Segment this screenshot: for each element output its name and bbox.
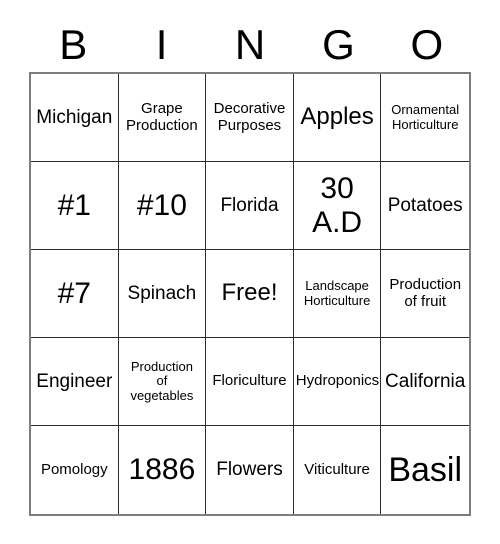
bingo-cell-r2c5[interactable]: Potatoes	[381, 162, 469, 250]
bingo-cell-r4c4[interactable]: Hydroponics	[293, 338, 382, 426]
bingo-cell-label: Decorative Purposes	[213, 99, 286, 134]
bingo-cell-label: Landscape Horticulture	[303, 277, 371, 308]
bingo-header-letter-g: G	[322, 21, 355, 68]
bingo-cell-label: Engineer	[36, 370, 113, 392]
bingo-cell-label: Viticulture	[304, 460, 370, 478]
bingo-cell-label: Spinach	[127, 282, 197, 304]
bingo-cell-r5c4[interactable]: Viticulture	[293, 426, 382, 514]
bingo-header-row: B I N G O	[29, 18, 471, 72]
bingo-cell-r2c3[interactable]: Florida	[206, 162, 294, 250]
bingo-cell-label: Production of fruit	[389, 275, 462, 310]
bingo-cell-label: Basil	[388, 450, 463, 489]
bingo-card: B I N G O Michigan Grape Production Deco…	[0, 0, 500, 544]
bingo-cell-r4c1[interactable]: Engineer	[31, 338, 119, 426]
bingo-cell-r1c4[interactable]: Apples	[293, 74, 382, 162]
bingo-cell-free-space[interactable]: Free!	[206, 250, 294, 338]
bingo-cell-r5c1[interactable]: Pomology	[31, 426, 119, 514]
bingo-cell-r1c2[interactable]: Grape Production	[118, 74, 207, 162]
bingo-cell-label: 1886	[128, 453, 196, 487]
bingo-cell-r3c1[interactable]: #7	[31, 250, 119, 338]
bingo-cell-label: California	[385, 370, 466, 392]
bingo-cell-label: Floriculture	[212, 372, 287, 390]
bingo-cell-r1c1[interactable]: Michigan	[31, 74, 119, 162]
bingo-cell-r5c5[interactable]: Basil	[381, 426, 469, 514]
bingo-cell-r2c2[interactable]: #10	[118, 162, 207, 250]
bingo-header-letter-b: B	[59, 21, 88, 68]
bingo-cell-label: Grape Production	[126, 99, 198, 134]
bingo-cell-r3c4[interactable]: Landscape Horticulture	[293, 250, 382, 338]
bingo-cell-r2c4[interactable]: 30 A.D	[293, 162, 382, 250]
bingo-cell-label: Potatoes	[387, 194, 463, 216]
bingo-header-letter-n: N	[234, 21, 266, 68]
bingo-cell-r3c5[interactable]: Production of fruit	[381, 250, 469, 338]
bingo-cell-r5c2[interactable]: 1886	[118, 426, 207, 514]
bingo-cell-r4c2[interactable]: Production of vegetables	[118, 338, 207, 426]
bingo-cell-r3c2[interactable]: Spinach	[118, 250, 207, 338]
bingo-header-letter-i: I	[155, 21, 168, 68]
bingo-cell-label: Ornamental Horticulture	[391, 101, 460, 132]
bingo-grid: Michigan Grape Production Decorative Pur…	[29, 72, 471, 516]
bingo-cell-label: Hydroponics	[295, 372, 380, 390]
bingo-cell-r4c5[interactable]: California	[381, 338, 469, 426]
bingo-header-letter-o: O	[410, 21, 444, 68]
bingo-cell-r1c3[interactable]: Decorative Purposes	[206, 74, 294, 162]
bingo-cell-label: Florida	[220, 194, 279, 216]
bingo-cell-label: #7	[57, 276, 91, 310]
bingo-cell-r2c1[interactable]: #1	[31, 162, 119, 250]
bingo-cell-label: Pomology	[40, 460, 108, 478]
bingo-cell-r4c3[interactable]: Floriculture	[206, 338, 294, 426]
bingo-cell-label: Free!	[221, 279, 278, 307]
bingo-cell-label: Apples	[300, 103, 374, 131]
bingo-cell-r5c3[interactable]: Flowers	[206, 426, 294, 514]
bingo-cell-label: Flowers	[216, 459, 283, 481]
bingo-cell-label: 30 A.D	[312, 171, 363, 239]
bingo-cell-label: Michigan	[36, 106, 113, 128]
bingo-cell-label: #10	[136, 188, 187, 222]
bingo-cell-label: #1	[57, 188, 91, 222]
bingo-cell-label: Production of vegetables	[130, 358, 194, 403]
bingo-cell-r1c5[interactable]: Ornamental Horticulture	[381, 74, 469, 162]
